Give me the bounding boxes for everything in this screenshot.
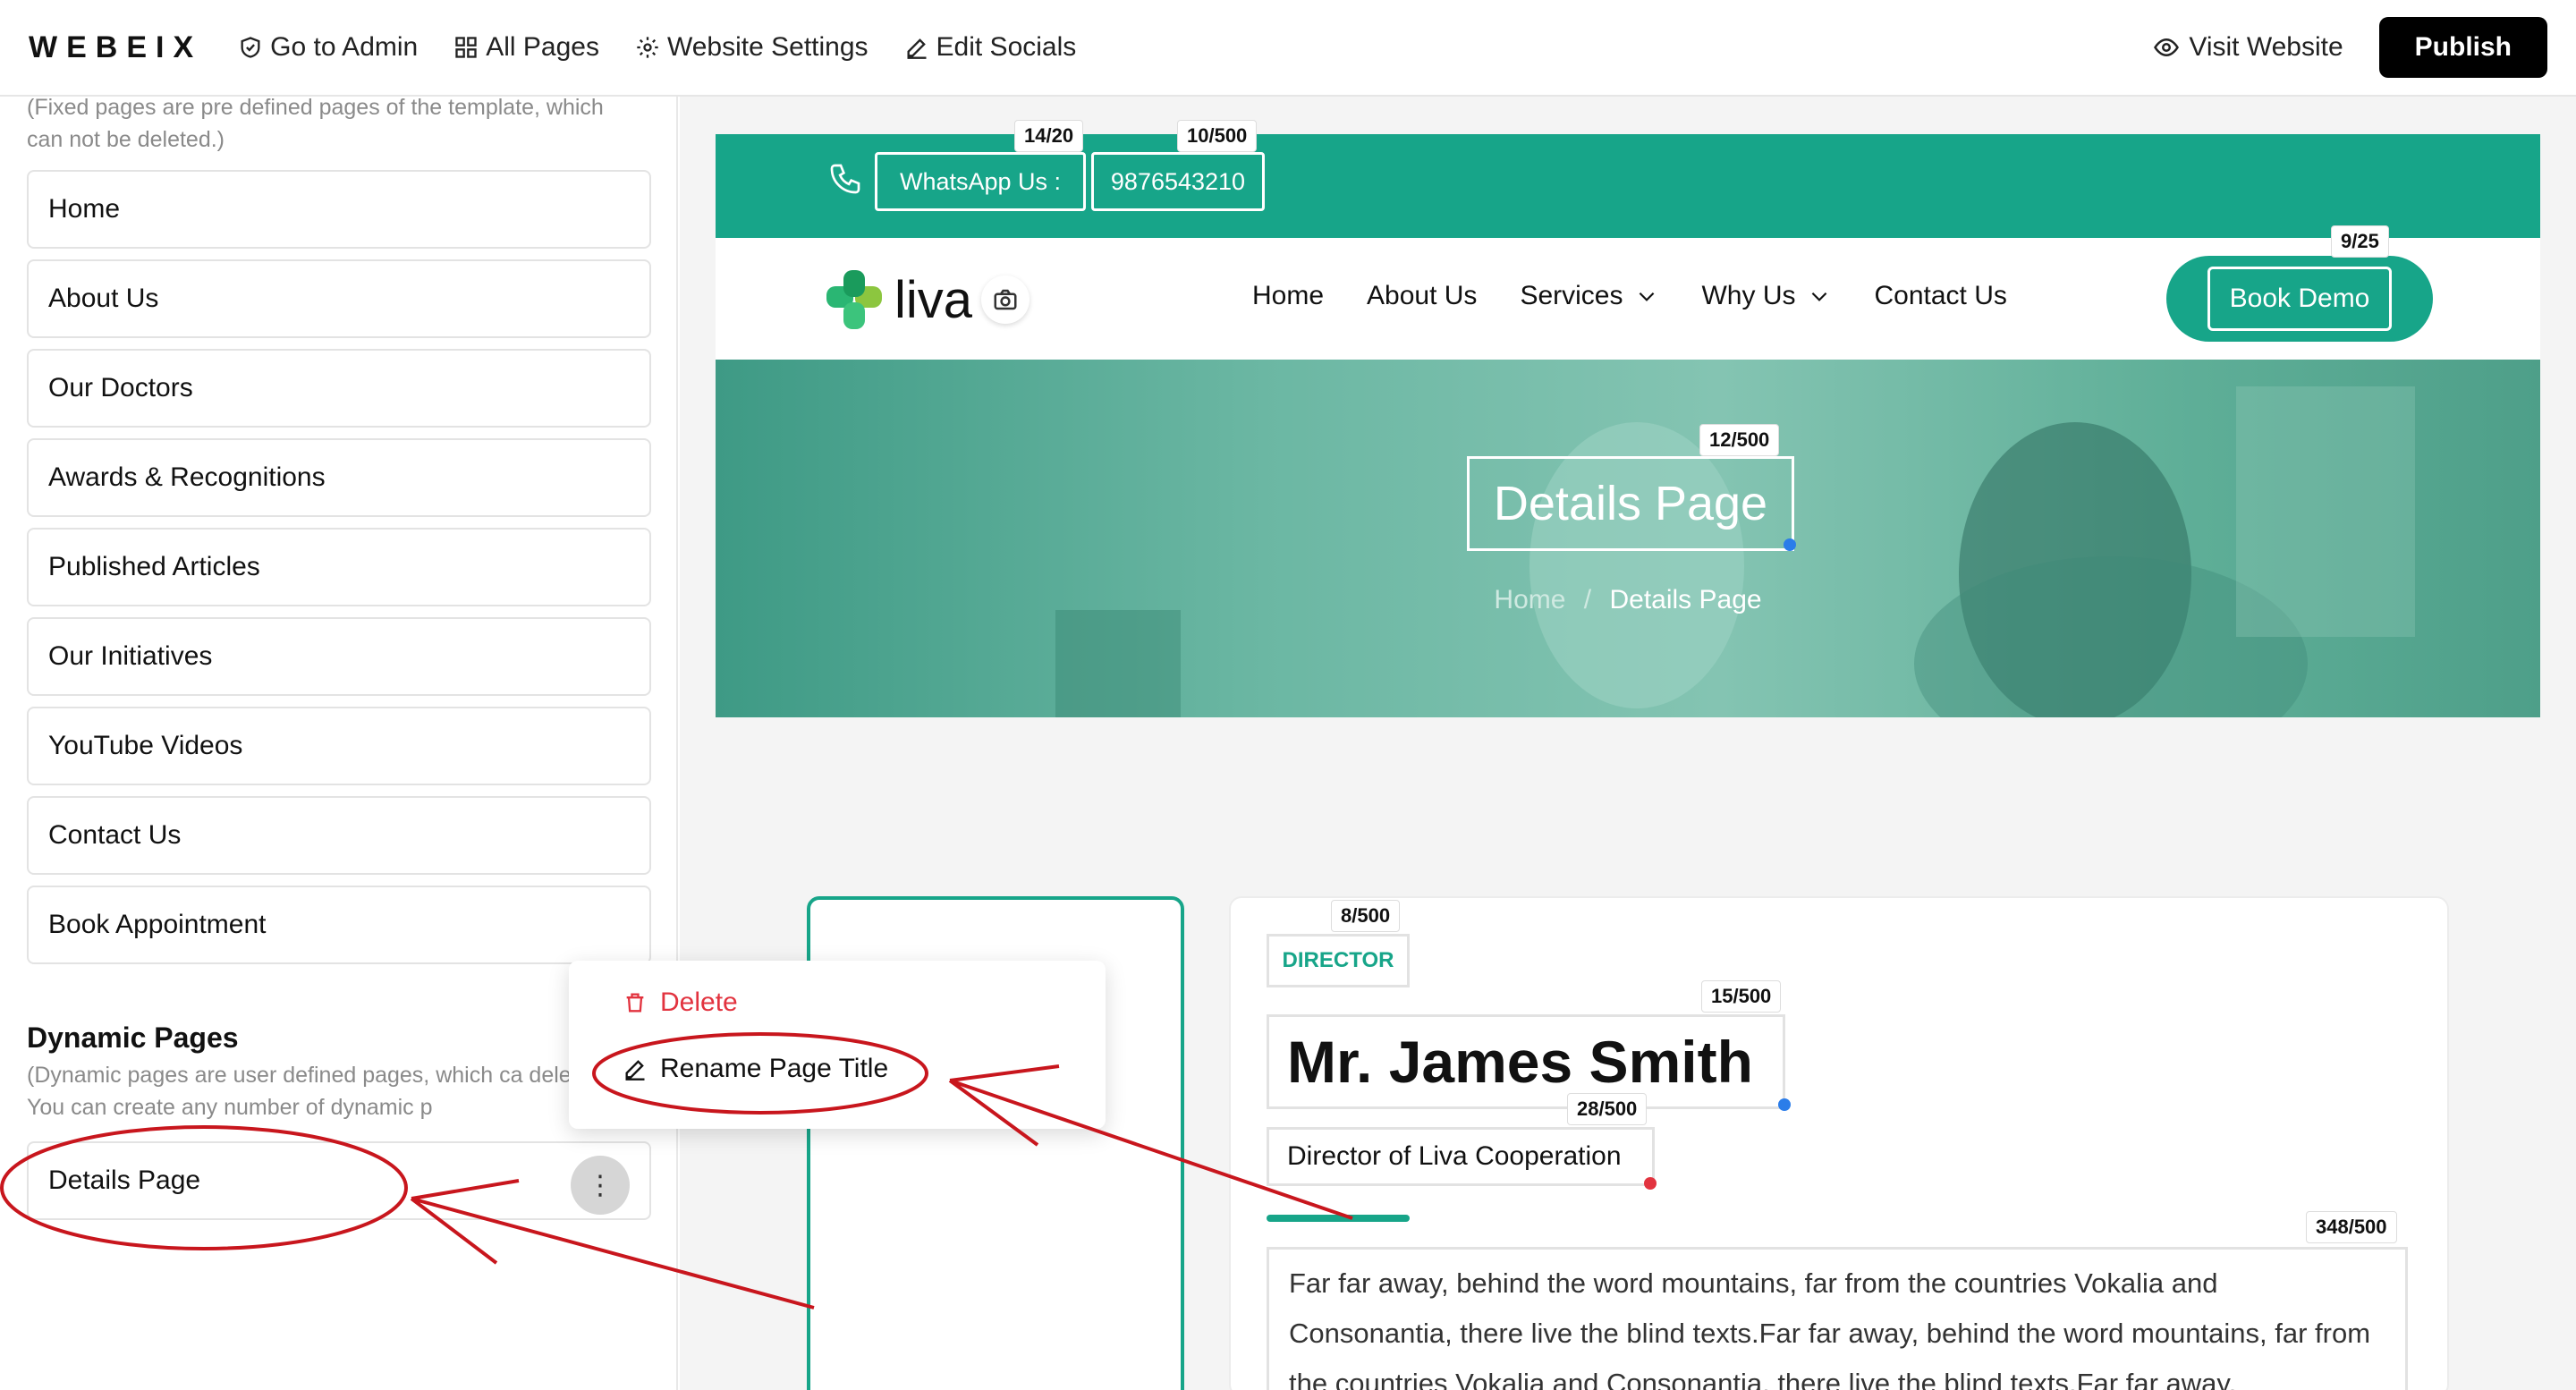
- profile-tag-field[interactable]: DIRECTOR: [1267, 934, 1410, 987]
- resize-handle[interactable]: [1644, 1177, 1657, 1190]
- hero-title-char-counter: 12/500: [1699, 424, 1780, 456]
- change-logo-button[interactable]: [981, 275, 1030, 324]
- menu-why-us[interactable]: Why Us: [1701, 281, 1831, 311]
- gear-icon: [637, 37, 658, 58]
- book-demo-char-counter: 9/25: [2331, 225, 2389, 258]
- rename-page-title-menu-item[interactable]: Rename Page Title: [623, 1054, 888, 1084]
- breadcrumb: Home / Details Page: [716, 585, 2540, 615]
- brand-logo[interactable]: liva: [823, 268, 1030, 331]
- menu-services[interactable]: Services: [1520, 281, 1658, 311]
- hero-title-field[interactable]: Details Page: [1467, 456, 1794, 551]
- visit-website-link[interactable]: Visit Website: [2153, 32, 2343, 63]
- go-to-admin-label: Go to Admin: [270, 32, 419, 62]
- tag-char-counter: 8/500: [1331, 900, 1401, 932]
- delete-menu-item[interactable]: Delete: [623, 987, 738, 1018]
- menu-about-us[interactable]: About Us: [1367, 281, 1477, 311]
- phone-icon: [830, 164, 860, 194]
- eye-icon: [2154, 38, 2180, 57]
- breadcrumb-current: Details Page: [1609, 585, 1762, 614]
- profile-name-field[interactable]: Mr. James Smith: [1267, 1014, 1785, 1109]
- menu-services-label: Services: [1520, 281, 1623, 310]
- page-item-label: Home: [48, 194, 121, 224]
- menu-why-us-label: Why Us: [1701, 281, 1796, 310]
- profile-bio-field[interactable]: Far far away, behind the word mountains,…: [1267, 1247, 2408, 1390]
- top-bar: WEBEIX Go to Admin All Pages Website Set…: [0, 0, 2576, 97]
- page-item-label: About Us: [48, 284, 159, 313]
- visit-website-label: Visit Website: [2189, 32, 2343, 62]
- top-nav: Go to Admin All Pages Website Settings E…: [238, 32, 1076, 63]
- page-item-our-initiatives[interactable]: Our Initiatives: [27, 617, 651, 696]
- page-item-about-us[interactable]: About Us: [27, 259, 651, 338]
- page-item-label: Awards & Recognitions: [48, 462, 326, 492]
- page-item-youtube-videos[interactable]: YouTube Videos: [27, 707, 651, 785]
- page-item-label: Contact Us: [48, 820, 182, 850]
- preview-menu: Home About Us Services Why Us Contact Us: [1252, 281, 2007, 311]
- edit-socials-link[interactable]: Edit Socials: [904, 32, 1077, 63]
- resize-handle[interactable]: [1778, 1098, 1791, 1111]
- name-char-counter: 15/500: [1701, 980, 1782, 1013]
- book-demo-button[interactable]: Book Demo: [2207, 267, 2393, 331]
- breadcrumb-separator: /: [1583, 585, 1592, 614]
- chevron-down-icon: [1640, 292, 1655, 301]
- page-item-label: Published Articles: [48, 552, 260, 581]
- phone-number-field[interactable]: 9876543210: [1091, 152, 1265, 211]
- page-item-published-articles[interactable]: Published Articles: [27, 528, 651, 606]
- page-item-our-doctors[interactable]: Our Doctors: [27, 349, 651, 428]
- all-pages-link[interactable]: All Pages: [453, 32, 599, 63]
- kebab-icon: ⋮: [587, 1170, 614, 1200]
- pencil-icon: [907, 38, 927, 59]
- camera-icon: [994, 289, 1017, 310]
- top-right-actions: Visit Website Publish: [2153, 17, 2547, 78]
- go-to-admin-link[interactable]: Go to Admin: [238, 32, 418, 63]
- brand-name: liva: [894, 270, 973, 329]
- chevron-down-icon: [1812, 292, 1827, 301]
- page-item-label: Details Page: [48, 1165, 201, 1195]
- delete-label: Delete: [660, 987, 738, 1017]
- logo-text: WEBEIX: [29, 30, 203, 64]
- page-options-button[interactable]: ⋮: [571, 1156, 630, 1215]
- accent-divider: [1267, 1215, 1410, 1222]
- page-options-menu: Delete Rename Page Title: [569, 961, 1106, 1129]
- edit-socials-label: Edit Socials: [936, 32, 1077, 62]
- pages-sidebar: (Fixed pages are pre defined pages of th…: [0, 97, 678, 1390]
- role-char-counter: 28/500: [1567, 1093, 1648, 1125]
- page-item-label: Our Initiatives: [48, 641, 213, 671]
- menu-home[interactable]: Home: [1252, 281, 1324, 311]
- dynamic-pages-note: (Dynamic pages are user defined pages, w…: [27, 1063, 609, 1120]
- rename-label: Rename Page Title: [660, 1054, 889, 1083]
- hero-banner: Details Page Home / Details Page: [716, 360, 2540, 717]
- whatsapp-char-counter: 14/20: [1014, 120, 1084, 152]
- preview-navbar: liva Home About Us Services Why Us Conta…: [716, 238, 2540, 360]
- page-item-label: Book Appointment: [48, 910, 267, 939]
- website-settings-label: Website Settings: [666, 32, 869, 62]
- phone-char-counter: 10/500: [1177, 120, 1258, 152]
- page-item-label: Our Doctors: [48, 373, 193, 403]
- page-item-contact-us[interactable]: Contact Us: [27, 796, 651, 875]
- page-item-awards[interactable]: Awards & Recognitions: [27, 438, 651, 517]
- website-settings-link[interactable]: Website Settings: [635, 32, 869, 63]
- grid-icon: [455, 37, 477, 58]
- dynamic-pages-title: Dynamic Pages: [27, 1021, 239, 1054]
- webeix-logo[interactable]: WEBEIX: [29, 30, 202, 65]
- trash-icon: [626, 993, 644, 1013]
- page-item-book-appointment[interactable]: Book Appointment: [27, 886, 651, 964]
- menu-contact-us[interactable]: Contact Us: [1874, 281, 2006, 311]
- bio-char-counter: 348/500: [2306, 1211, 2397, 1243]
- page-item-home[interactable]: Home: [27, 170, 651, 249]
- clover-logo-icon: [826, 270, 882, 329]
- breadcrumb-home[interactable]: Home: [1494, 585, 1565, 614]
- profile-role-field[interactable]: Director of Liva Cooperation: [1267, 1127, 1655, 1186]
- book-demo-pill: Book Demo: [2166, 256, 2433, 342]
- resize-handle[interactable]: [1784, 538, 1796, 551]
- whatsapp-label-field[interactable]: WhatsApp Us :: [875, 152, 1086, 211]
- publish-button[interactable]: Publish: [2378, 17, 2547, 78]
- shield-check-icon: [241, 37, 260, 58]
- page-item-details-page[interactable]: Details Page ⋮: [27, 1141, 651, 1220]
- page-item-label: YouTube Videos: [48, 731, 243, 760]
- page-preview: WhatsApp Us : 14/20 9876543210 10/500 li…: [680, 97, 2576, 1390]
- fixed-pages-note: (Fixed pages are pre defined pages of th…: [27, 97, 604, 152]
- all-pages-label: All Pages: [486, 32, 599, 62]
- pencil-icon: [625, 1060, 645, 1081]
